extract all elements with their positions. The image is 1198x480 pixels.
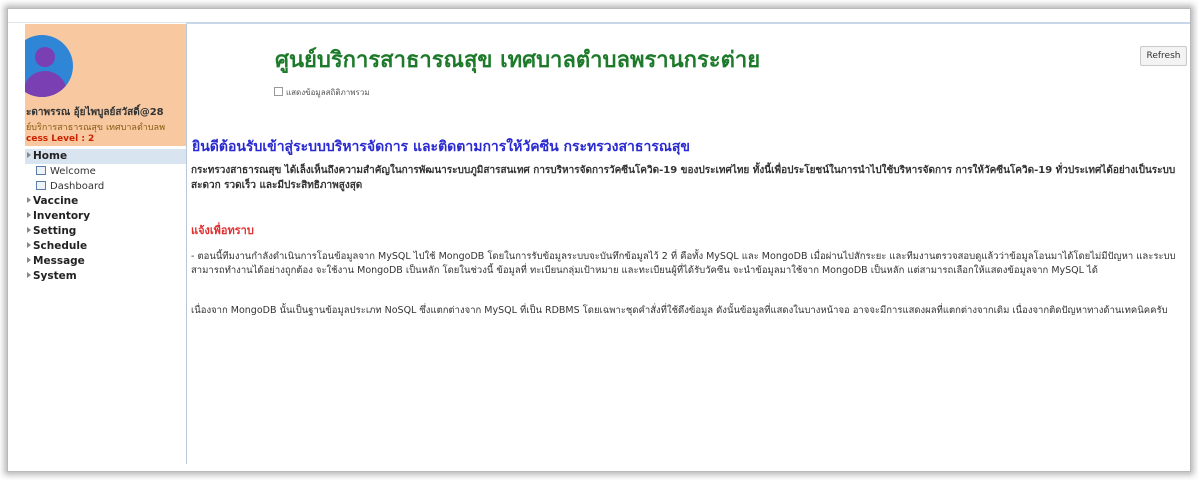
user-name: ะดาพรรณ อุ้ยไพบูลย์สวัสดิ์@28 — [26, 107, 164, 118]
sidebar-item-system[interactable]: System — [25, 269, 186, 284]
refresh-button[interactable]: Refresh — [1140, 46, 1187, 66]
expand-arrow-icon — [27, 257, 31, 263]
notice-paragraph-1: - ตอนนี้ทีมงานกำลังดำเนินการโอนข้อมูลจาก… — [191, 251, 1176, 276]
sidebar-item-dashboard[interactable]: Dashboard — [25, 179, 186, 194]
sidebar-item-schedule[interactable]: Schedule — [25, 239, 186, 254]
sidebar: ะดาพรรณ อุ้ยไพบูลย์สวัสดิ์@28 ย์บริการสา… — [25, 24, 187, 464]
expand-arrow-icon — [27, 197, 31, 203]
sidebar-item-message[interactable]: Message — [25, 254, 186, 269]
checkbox-label: แสดงข้อมูลสถิติภาพรวม — [286, 88, 370, 97]
sidebar-item-label: Vaccine — [33, 195, 79, 207]
sidebar-item-home[interactable]: Home — [25, 149, 186, 164]
sidebar-item-welcome[interactable]: Welcome — [25, 164, 186, 179]
avatar-icon[interactable] — [25, 35, 73, 97]
access-level: cess Level : 2 — [26, 134, 95, 144]
sidebar-item-label: Schedule — [33, 240, 88, 252]
checkbox-icon[interactable] — [274, 87, 283, 96]
sidebar-item-setting[interactable]: Setting — [25, 224, 186, 239]
top-bar — [8, 9, 1190, 24]
avatar-head — [35, 47, 55, 67]
expand-arrow-icon — [27, 212, 31, 218]
show-stats-checkbox[interactable]: แสดงข้อมูลสถิติภาพรวม — [274, 86, 370, 99]
expand-arrow-icon — [27, 242, 31, 248]
page-icon — [36, 166, 46, 175]
notice-paragraph-2: เนื่องจาก MongoDB นั้นเป็นฐานข้อมูลประเภ… — [191, 305, 1168, 316]
welcome-heading: ยินดีต้อนรับเข้าสู่ระบบบริหารจัดการ และต… — [192, 139, 690, 155]
expand-arrow-icon — [27, 152, 31, 158]
page-title: ศูนย์บริการสาธารณสุข เทศบาลตำบลพรานกระต่… — [275, 48, 761, 73]
expand-arrow-icon — [27, 272, 31, 278]
notice-heading: แจ้งเพื่อทราบ — [191, 224, 254, 237]
sidebar-item-label: Welcome — [50, 166, 96, 177]
avatar-body — [25, 71, 67, 97]
expand-arrow-icon — [27, 227, 31, 233]
sidebar-menu: Home Welcome Dashboard Vaccine Inventory… — [25, 149, 186, 284]
sidebar-item-vaccine[interactable]: Vaccine — [25, 194, 186, 209]
sidebar-item-label: Setting — [33, 225, 77, 237]
sidebar-item-label: System — [33, 270, 77, 282]
sidebar-item-label: Home — [33, 150, 68, 162]
sidebar-item-label: Inventory — [33, 210, 91, 222]
app-window: ะดาพรรณ อุ้ยไพบูลย์สวัสดิ์@28 ย์บริการสา… — [7, 8, 1191, 472]
sidebar-item-inventory[interactable]: Inventory — [25, 209, 186, 224]
user-profile-panel: ะดาพรรณ อุ้ยไพบูลย์สวัสดิ์@28 ย์บริการสา… — [25, 24, 186, 146]
sidebar-item-label: Dashboard — [50, 181, 105, 192]
page-icon — [36, 181, 46, 190]
user-organization: ย์บริการสาธารณสุข เทศบาลตำบลพ — [26, 123, 166, 133]
main-content: ศูนย์บริการสาธารณสุข เทศบาลตำบลพรานกระต่… — [188, 24, 1188, 464]
sidebar-item-label: Message — [33, 255, 85, 267]
intro-paragraph: กระทรวงสาธารณสุข ได้เล็งเห็นถึงความสำคัญ… — [191, 165, 1176, 191]
